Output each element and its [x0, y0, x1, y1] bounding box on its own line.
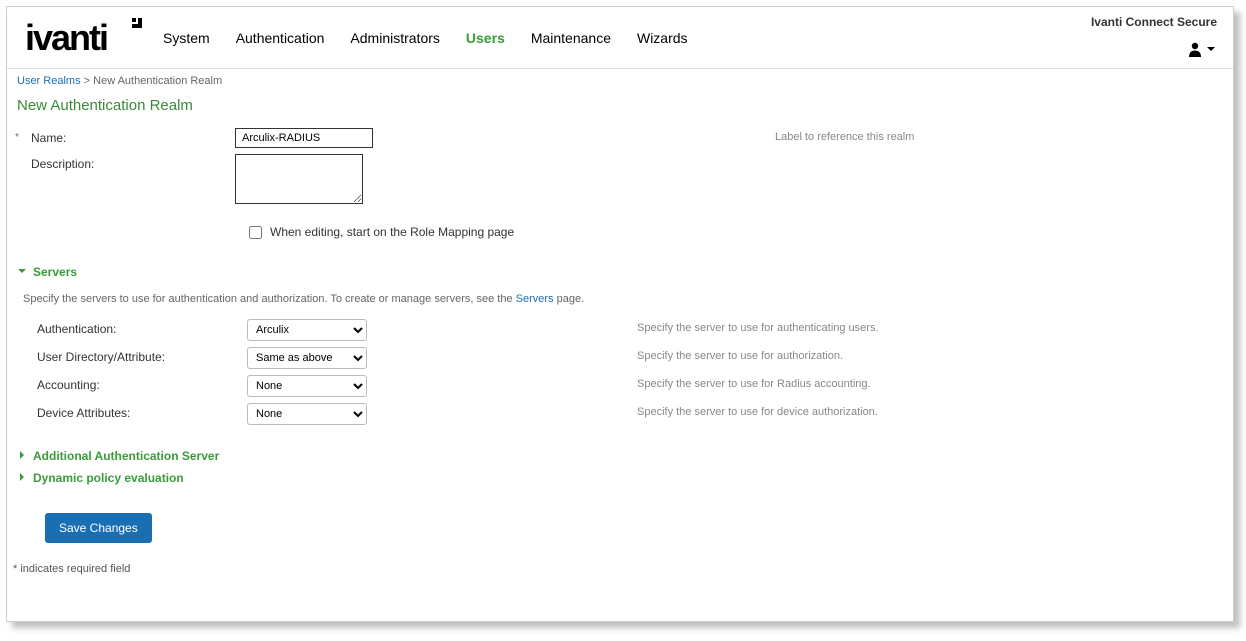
breadcrumb-current: New Authentication Realm — [93, 75, 222, 87]
page-title: New Authentication Realm — [7, 93, 1233, 124]
role-mapping-checkbox[interactable] — [249, 226, 262, 239]
authentication-label: Authentication: — [17, 319, 247, 336]
servers-section-description: Specify the servers to use for authentic… — [7, 287, 1233, 319]
name-hint: Label to reference this realm — [775, 128, 914, 143]
name-input[interactable] — [235, 128, 373, 148]
accounting-select[interactable]: None — [247, 375, 367, 397]
main-nav: System Authentication Administrators Use… — [163, 30, 688, 46]
dynamic-policy-section[interactable]: Dynamic policy evaluation — [7, 467, 1233, 489]
servers-section-header[interactable]: Servers — [7, 257, 1233, 287]
breadcrumb-separator: > — [84, 75, 90, 87]
authentication-hint: Specify the server to use for authentica… — [637, 319, 879, 334]
description-input[interactable] — [235, 154, 363, 204]
required-footnote: * indicates required field — [7, 543, 1233, 581]
additional-auth-title: Additional Authentication Server — [33, 449, 219, 463]
chevron-down-icon — [17, 265, 27, 279]
dynamic-policy-title: Dynamic policy evaluation — [33, 471, 184, 485]
servers-section-title: Servers — [33, 265, 77, 279]
user-directory-hint: Specify the server to use for authorizat… — [637, 347, 843, 362]
device-attributes-select[interactable]: None — [247, 403, 367, 425]
nav-maintenance[interactable]: Maintenance — [531, 30, 611, 46]
user-directory-select[interactable]: Same as above — [247, 347, 367, 369]
chevron-right-icon — [17, 449, 27, 463]
servers-link[interactable]: Servers — [516, 293, 554, 305]
name-label: Name: — [17, 128, 235, 145]
additional-auth-section[interactable]: Additional Authentication Server — [7, 445, 1233, 467]
top-header: ivanti System Authentication Administrat… — [7, 7, 1233, 69]
description-label: Description: — [17, 154, 235, 171]
user-icon — [1187, 41, 1203, 57]
logo: ivanti — [7, 16, 163, 60]
realm-form: * Name: Label to reference this realm De… — [7, 124, 1233, 239]
chevron-down-icon — [1205, 43, 1217, 55]
required-indicator: * — [15, 132, 19, 143]
role-mapping-checkbox-label: When editing, start on the Role Mapping … — [270, 225, 514, 239]
svg-text:ivanti: ivanti — [25, 17, 107, 58]
device-attributes-label: Device Attributes: — [17, 403, 247, 420]
breadcrumb: User Realms > New Authentication Realm — [7, 69, 1233, 93]
breadcrumb-link-user-realms[interactable]: User Realms — [17, 75, 81, 87]
nav-users[interactable]: Users — [466, 30, 505, 46]
nav-administrators[interactable]: Administrators — [350, 30, 439, 46]
accounting-label: Accounting: — [17, 375, 247, 392]
nav-authentication[interactable]: Authentication — [236, 30, 325, 46]
nav-system[interactable]: System — [163, 30, 210, 46]
user-directory-label: User Directory/Attribute: — [17, 347, 247, 364]
nav-wizards[interactable]: Wizards — [637, 30, 688, 46]
user-menu[interactable] — [1187, 41, 1217, 57]
product-name: Ivanti Connect Secure — [1091, 15, 1217, 29]
save-changes-button[interactable]: Save Changes — [45, 513, 152, 543]
chevron-right-icon — [17, 471, 27, 485]
accounting-hint: Specify the server to use for Radius acc… — [637, 375, 871, 390]
device-attributes-hint: Specify the server to use for device aut… — [637, 403, 878, 418]
ivanti-logo-icon: ivanti — [25, 16, 145, 60]
servers-rows: Authentication: Arculix Specify the serv… — [7, 319, 1233, 425]
authentication-select[interactable]: Arculix — [247, 319, 367, 341]
